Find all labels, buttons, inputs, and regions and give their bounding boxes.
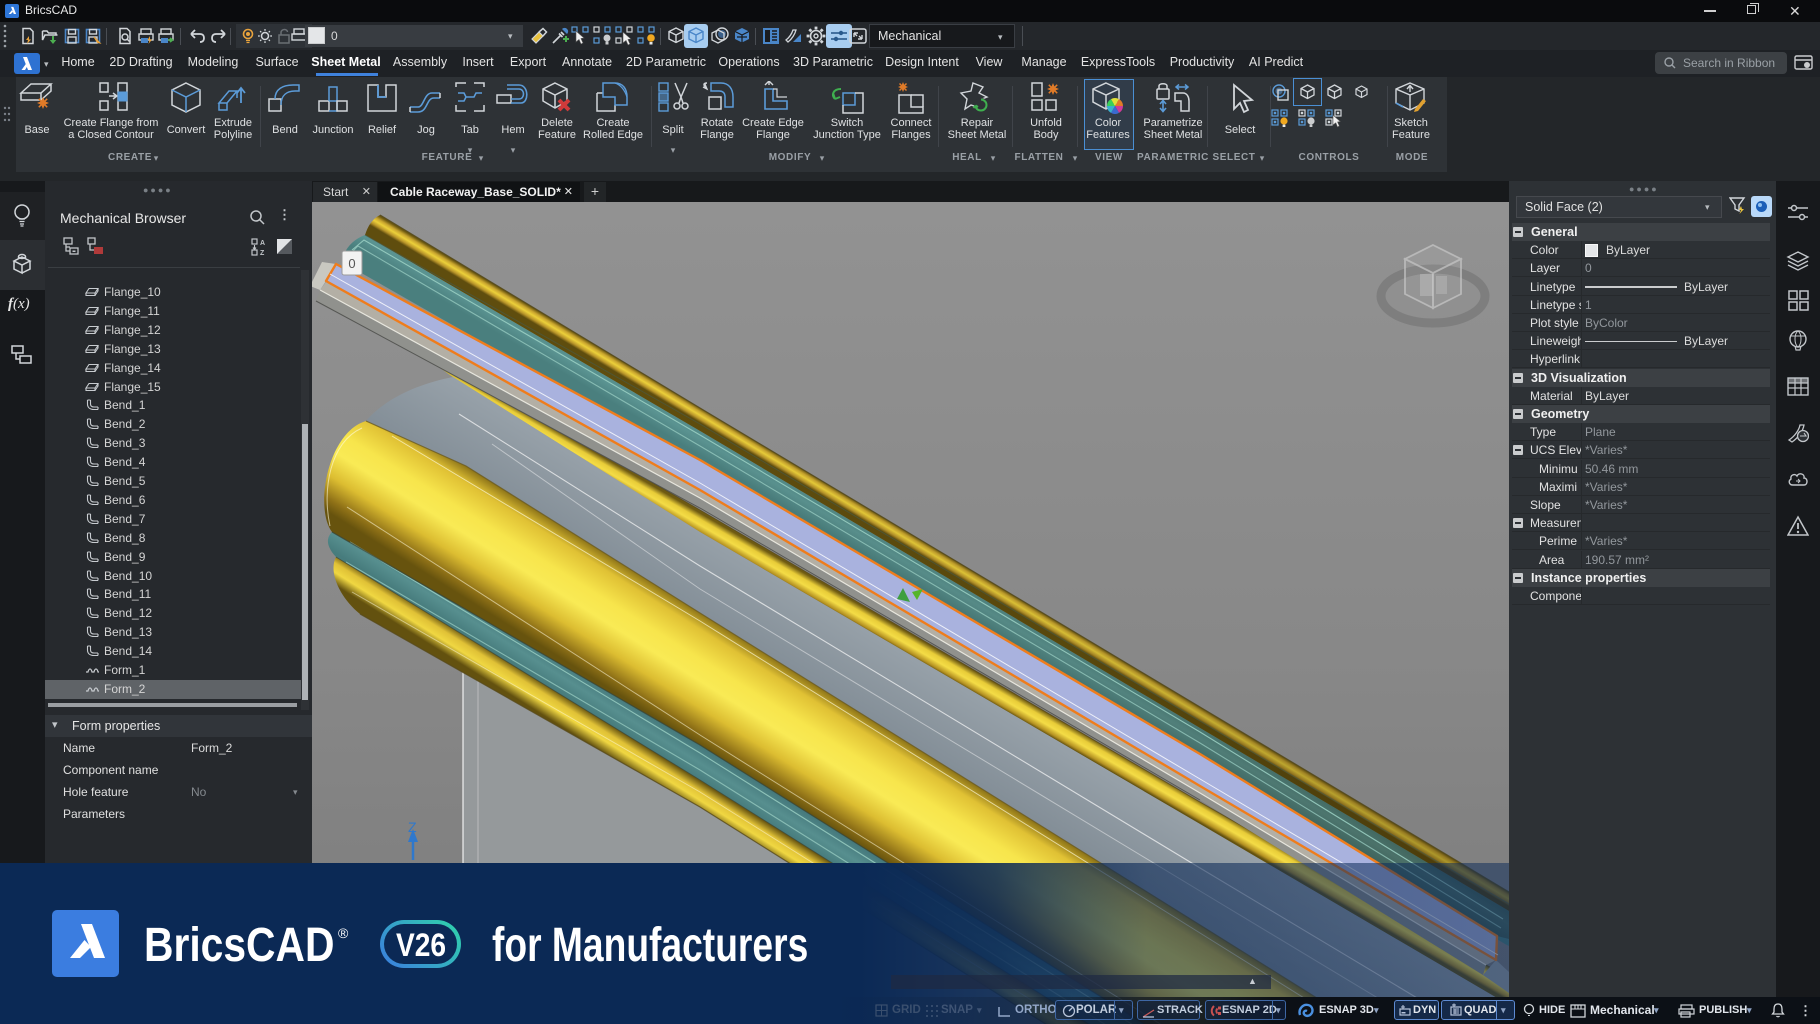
svg-text:Z: Z (260, 250, 265, 256)
svg-text:A: A (260, 240, 265, 247)
svg-text:0: 0 (348, 256, 355, 271)
